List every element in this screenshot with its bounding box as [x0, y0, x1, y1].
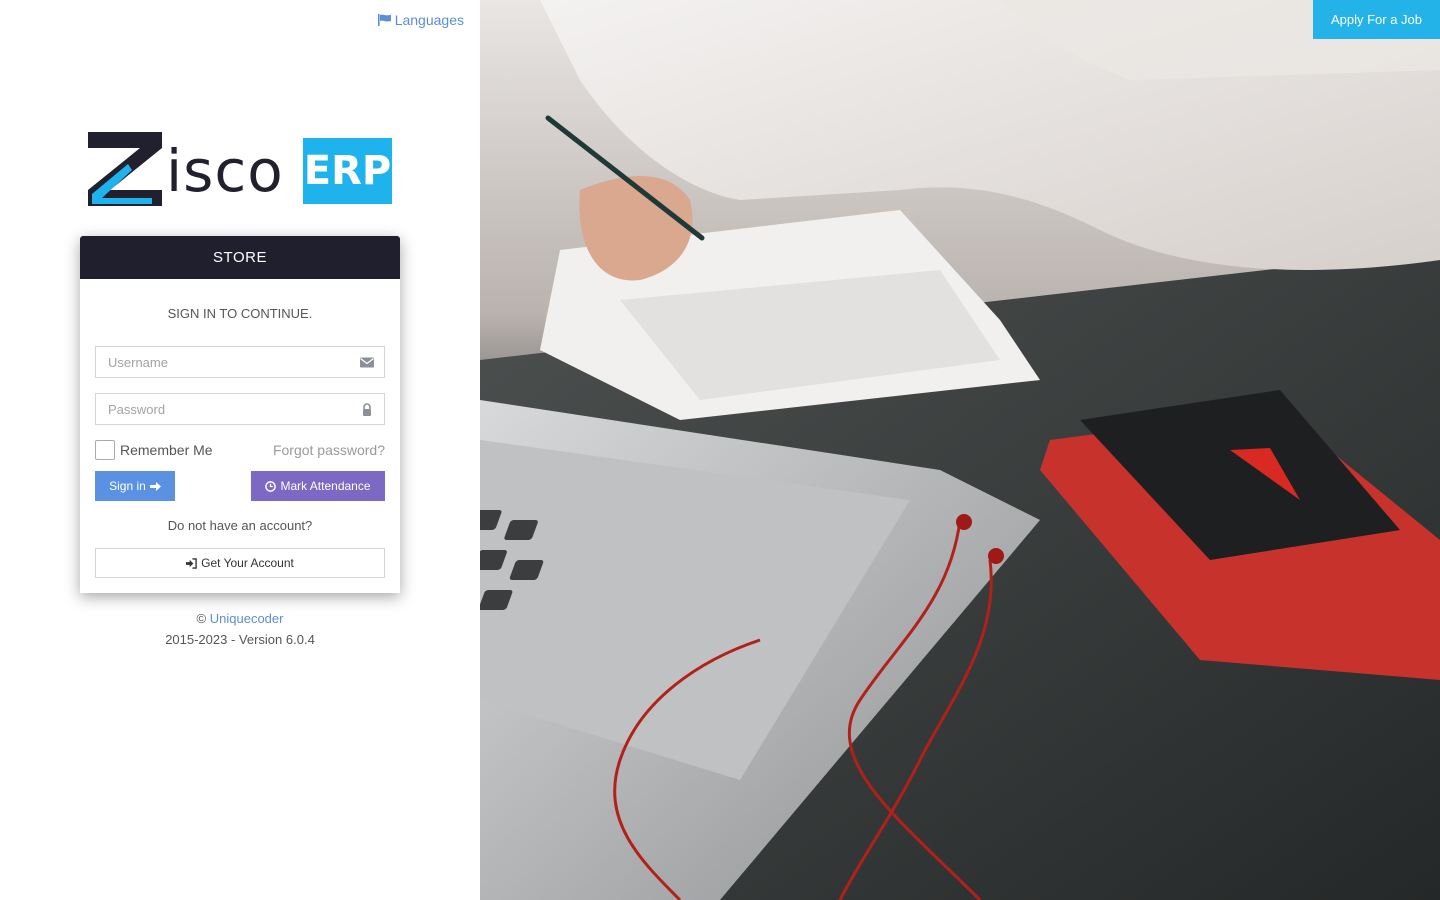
hero-photo	[480, 0, 1440, 900]
clock-icon	[265, 480, 277, 492]
get-account-label: Get Your Account	[201, 556, 294, 570]
logo-mark-icon	[88, 132, 162, 206]
flag-icon	[377, 14, 391, 26]
languages-link[interactable]: Languages	[377, 12, 464, 28]
remember-checkbox[interactable]	[95, 440, 115, 460]
attendance-label: Mark Attendance	[280, 479, 371, 493]
apply-for-job-button[interactable]: Apply For a Job	[1313, 0, 1440, 39]
logo-badge: ERP	[303, 138, 392, 204]
username-input[interactable]	[96, 347, 384, 377]
left-panel: Languages isco ERP STORE SIGN IN TO CONT…	[0, 0, 480, 900]
password-input[interactable]	[96, 394, 384, 424]
password-field-wrapper	[95, 393, 385, 425]
hero-image: Apply For a Job	[480, 0, 1440, 900]
company-link[interactable]: Uniquecoder	[210, 611, 284, 626]
logo-text: isco	[166, 137, 284, 205]
remember-me[interactable]: Remember Me	[95, 440, 213, 460]
signin-label: Sign in	[109, 479, 146, 493]
get-account-button[interactable]: Get Your Account	[95, 548, 385, 578]
remember-label: Remember Me	[120, 442, 213, 458]
languages-label: Languages	[394, 12, 464, 28]
arrow-right-icon	[149, 481, 161, 491]
copyright-line: © Uniquecoder	[0, 608, 480, 629]
brand-logo: isco ERP	[88, 130, 394, 208]
username-field-wrapper	[95, 346, 385, 378]
version-text: 2015-2023 - Version 6.0.4	[165, 632, 315, 647]
signin-subtitle: SIGN IN TO CONTINUE.	[167, 306, 313, 321]
signin-button[interactable]: Sign in	[95, 471, 175, 501]
no-account-text: Do not have an account?	[167, 518, 313, 533]
copyright-symbol: ©	[196, 611, 207, 626]
sign-in-icon	[186, 557, 197, 569]
envelope-icon	[360, 357, 374, 368]
footer: © Uniquecoder 2015-2023 - Version 6.0.4	[0, 608, 480, 650]
login-form: SIGN IN TO CONTINUE. Remember Me F	[80, 279, 400, 593]
card-title: STORE	[80, 236, 400, 279]
forgot-password-link[interactable]: Forgot password?	[273, 442, 385, 458]
mark-attendance-button[interactable]: Mark Attendance	[251, 471, 385, 501]
lock-icon	[363, 403, 371, 416]
login-card: STORE SIGN IN TO CONTINUE. Remember	[80, 236, 400, 593]
